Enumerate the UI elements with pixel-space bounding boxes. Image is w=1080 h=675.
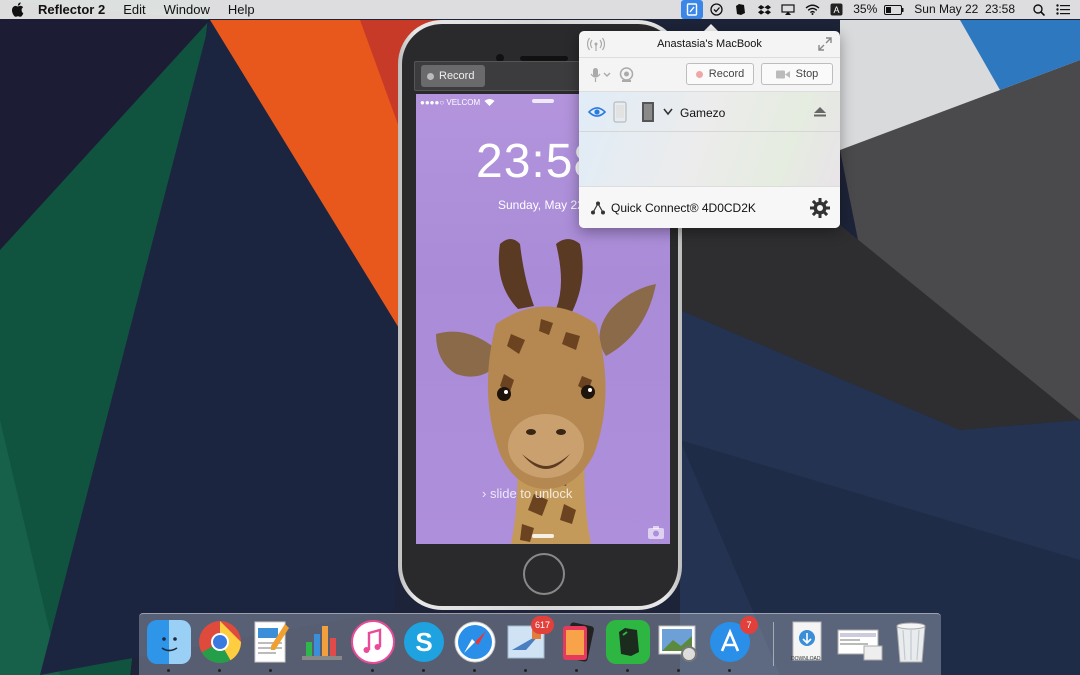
spotlight-search-icon[interactable] <box>1028 0 1050 19</box>
running-indicator <box>473 669 476 672</box>
running-indicator <box>167 669 170 672</box>
popover-title: Anastasia's MacBook <box>657 38 762 50</box>
evernote-dock-icon[interactable] <box>606 620 650 664</box>
reflector-popover: Anastasia's MacBook Record Stop Gamezo Q… <box>579 31 840 228</box>
ios-wifi-icon <box>484 99 495 106</box>
menu-edit[interactable]: Edit <box>114 0 154 19</box>
running-indicator <box>218 669 221 672</box>
record-dot-icon <box>427 72 434 80</box>
wifi-icon[interactable] <box>801 0 823 19</box>
apple-menu-icon[interactable] <box>0 0 30 19</box>
battery-icon[interactable] <box>883 0 905 19</box>
lock-camera-icon <box>648 526 664 539</box>
chevron-down-icon[interactable] <box>663 108 673 116</box>
svg-text:S: S <box>415 627 432 657</box>
running-indicator <box>575 669 578 672</box>
mail-icon[interactable]: 617 <box>504 616 554 664</box>
slide-to-unlock[interactable]: › slide to unlock <box>482 486 572 501</box>
dock-separator <box>773 622 774 666</box>
evernote-status-icon[interactable] <box>729 0 751 19</box>
screenshots-stack-icon[interactable] <box>836 620 884 664</box>
menu-bar: Reflector 2 Edit Window Help A 35% Sun M… <box>0 0 1080 19</box>
numbers-icon[interactable] <box>300 620 344 664</box>
running-indicator <box>371 669 374 672</box>
microphone-icon[interactable] <box>590 68 612 82</box>
eye-visibility-icon[interactable] <box>588 106 606 118</box>
control-center-tab[interactable] <box>532 534 554 538</box>
app-store-badge: 7 <box>740 616 758 634</box>
running-indicator <box>269 669 272 672</box>
menu-help[interactable]: Help <box>219 0 264 19</box>
battery-percent: 35% <box>853 2 878 16</box>
running-indicator <box>626 669 629 672</box>
running-indicator <box>677 669 680 672</box>
phone-record-label: Record <box>439 70 475 82</box>
airplay-icon[interactable] <box>777 0 799 19</box>
pages-icon[interactable] <box>249 620 293 664</box>
popover-record-label: Record <box>708 68 745 80</box>
popover-header: Anastasia's MacBook <box>579 31 840 58</box>
carrier-label: ●●●●○ VELCOM <box>420 97 481 107</box>
svg-text:A: A <box>833 5 839 15</box>
gear-icon[interactable] <box>810 198 830 218</box>
eject-icon[interactable] <box>814 107 826 117</box>
webcam-icon[interactable] <box>619 67 634 83</box>
running-indicator <box>728 669 731 672</box>
finder-icon[interactable] <box>147 620 191 664</box>
device-thumbnail <box>642 102 654 122</box>
dock: S 617 7 DOWNLOAD <box>139 613 941 675</box>
chrome-icon[interactable] <box>198 620 242 664</box>
quick-connect-bar: Quick Connect® 4D0CD2K <box>579 186 840 228</box>
popover-stop-label: Stop <box>795 68 819 80</box>
quick-connect-icon <box>591 201 605 215</box>
phone-record-button[interactable]: Record <box>421 65 485 87</box>
preview-icon[interactable] <box>657 620 701 664</box>
lock-screen-date: Sunday, May 22 <box>498 198 584 212</box>
device-name: Gamezo <box>680 106 726 120</box>
downloads-folder-icon[interactable]: DOWNLOAD <box>785 620 829 664</box>
notification-center-icon[interactable] <box>1052 0 1074 19</box>
quick-connect-code: Quick Connect® 4D0CD2K <box>611 201 756 215</box>
itunes-icon[interactable] <box>351 620 395 664</box>
menu-app-name[interactable]: Reflector 2 <box>30 0 114 19</box>
video-camera-icon <box>775 70 790 78</box>
menu-window[interactable]: Window <box>155 0 219 19</box>
mail-badge: 617 <box>530 616 554 634</box>
input-source-icon[interactable]: A <box>825 0 847 19</box>
checklist-status-icon[interactable] <box>705 0 727 19</box>
running-indicator <box>422 669 425 672</box>
popover-toolbar: Record Stop <box>579 58 840 92</box>
device-frame-icon[interactable] <box>613 101 627 123</box>
popover-stop-button[interactable]: Stop <box>761 63 833 85</box>
skype-icon[interactable]: S <box>402 620 446 664</box>
dropbox-status-icon[interactable] <box>753 0 775 19</box>
safari-icon[interactable] <box>453 620 497 664</box>
reflector-status-icon[interactable] <box>681 0 704 19</box>
notification-pull-tab[interactable] <box>532 99 554 103</box>
trash-icon[interactable] <box>889 620 933 664</box>
home-button[interactable] <box>523 553 565 595</box>
reflector-dock-icon[interactable] <box>555 620 599 664</box>
app-store-icon[interactable]: 7 <box>708 616 758 664</box>
clock[interactable]: Sun May 22 23:58 <box>906 0 1020 19</box>
record-dot-icon <box>695 70 703 78</box>
running-indicator <box>524 669 527 672</box>
device-row[interactable]: Gamezo <box>579 92 840 132</box>
popover-record-button[interactable]: Record <box>686 63 754 85</box>
downloads-label: DOWNLOAD <box>791 656 821 662</box>
fullscreen-icon[interactable] <box>818 37 832 51</box>
